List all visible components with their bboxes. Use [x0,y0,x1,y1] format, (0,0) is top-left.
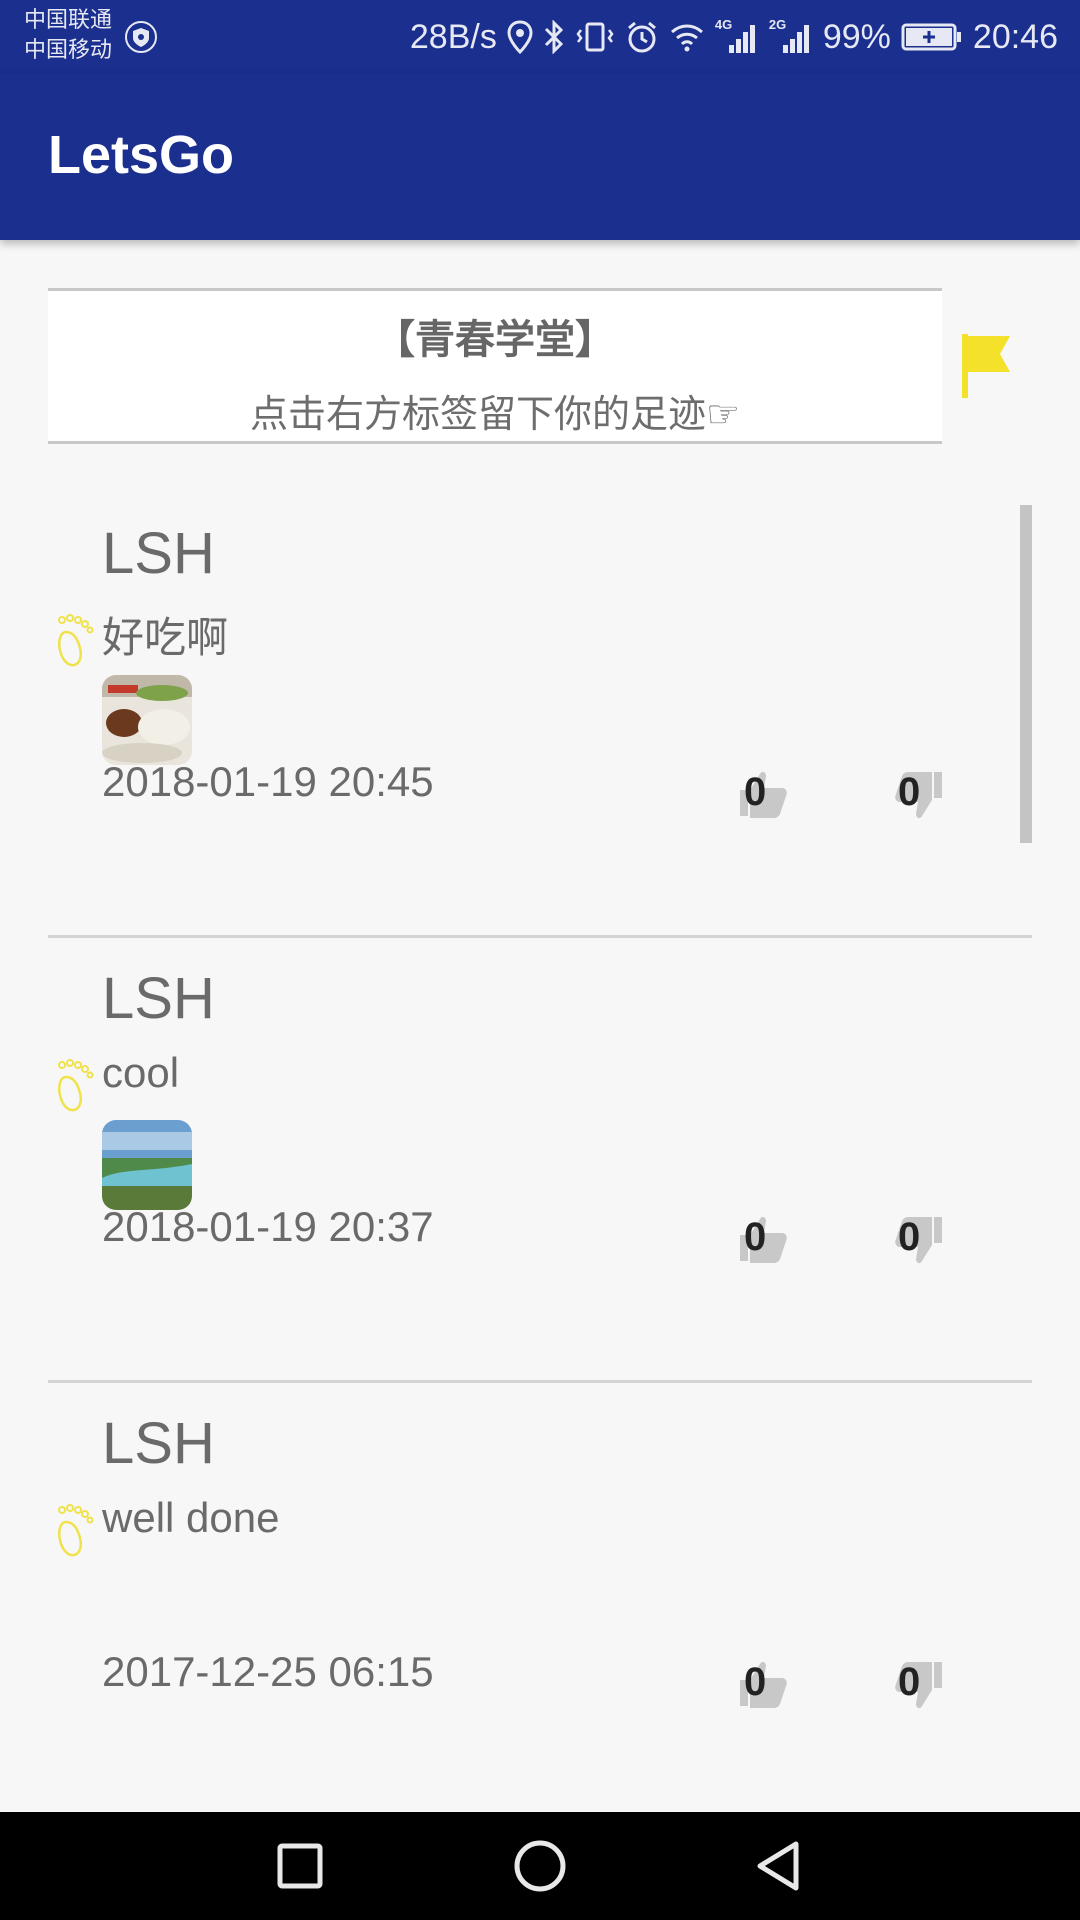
dislike-count: 0 [898,770,921,814]
back-button[interactable] [750,1836,810,1896]
like-count: 0 [744,770,767,814]
post-text: 好吃啊 [102,614,229,661]
post-image-food[interactable] [102,675,192,765]
vibrate-icon [576,22,614,52]
post-time: 2018-01-19 20:37 [102,1203,434,1250]
footprint-icon [58,1059,94,1112]
post-text: well done [102,1494,280,1541]
like-button[interactable]: 0 [734,1213,794,1267]
net-speed: 28B/s [409,17,497,56]
post-author: LSH [102,966,215,1031]
status-bar: 中国联通 中国移动 28B/s 4G 2G 99% 20:46 [0,0,1080,74]
clock: 20:46 [972,17,1058,56]
like-button[interactable]: 0 [734,1658,794,1712]
wifi-icon [670,24,703,52]
board-title: 【青春学堂】 [375,317,615,363]
board-subtitle: 点击右方标签留下你的足迹☞ [249,392,741,436]
like-button[interactable]: 0 [734,768,794,822]
app-bar: LetsGo [0,74,1080,240]
home-button[interactable] [510,1836,570,1896]
navigation-bar [0,1812,1080,1920]
carrier-2: 中国移动 [24,38,113,63]
post-time: 2017-12-25 06:15 [102,1648,434,1695]
app-title: LetsGo [48,125,235,185]
dislike-button[interactable]: 0 [888,1213,948,1267]
carrier-1: 中国联通 [24,8,113,33]
post-author: LSH [102,1411,215,1476]
like-count: 0 [744,1660,767,1704]
bluetooth-icon [544,20,563,54]
dislike-button[interactable]: 0 [888,1658,948,1712]
signal-icon [782,25,809,53]
post-item[interactable]: LSH well done 2017-12-25 06:15 0 0 [48,1390,1032,1835]
shield-icon [125,21,157,53]
post-image-landscape[interactable] [102,1120,192,1210]
battery-percent: 99% [822,17,891,56]
signal-4g: 4G [715,17,759,57]
dislike-count: 0 [898,1215,921,1259]
divider [48,1380,1032,1383]
dislike-count: 0 [898,1660,921,1704]
post-item[interactable]: LSH 好吃啊 2018-01-19 20:45 0 0 [48,500,1032,945]
signal-2g: 2G [769,17,813,57]
recents-button[interactable] [270,1836,330,1896]
location-icon [507,20,533,54]
post-author: LSH [102,521,215,586]
post-item[interactable]: LSH cool 2018-01-19 20:37 0 0 [48,945,1032,1390]
post-time: 2018-01-19 20:45 [102,758,434,805]
like-count: 0 [744,1215,767,1259]
battery-charging-icon [901,23,961,51]
board-header: 【青春学堂】 点击右方标签留下你的足迹☞ [48,288,942,444]
status-icons: 28B/s 4G 2G 99% 20:46 [410,14,1058,60]
alarm-icon [627,21,656,53]
carrier-info: 中国联通 中国移动 [24,6,157,66]
signal-icon [728,25,755,53]
flag-icon[interactable] [958,330,1016,402]
post-text: cool [102,1049,180,1096]
footprint-icon [58,1504,94,1557]
dislike-button[interactable]: 0 [888,768,948,822]
divider [48,935,1032,938]
footprint-icon [58,614,94,667]
